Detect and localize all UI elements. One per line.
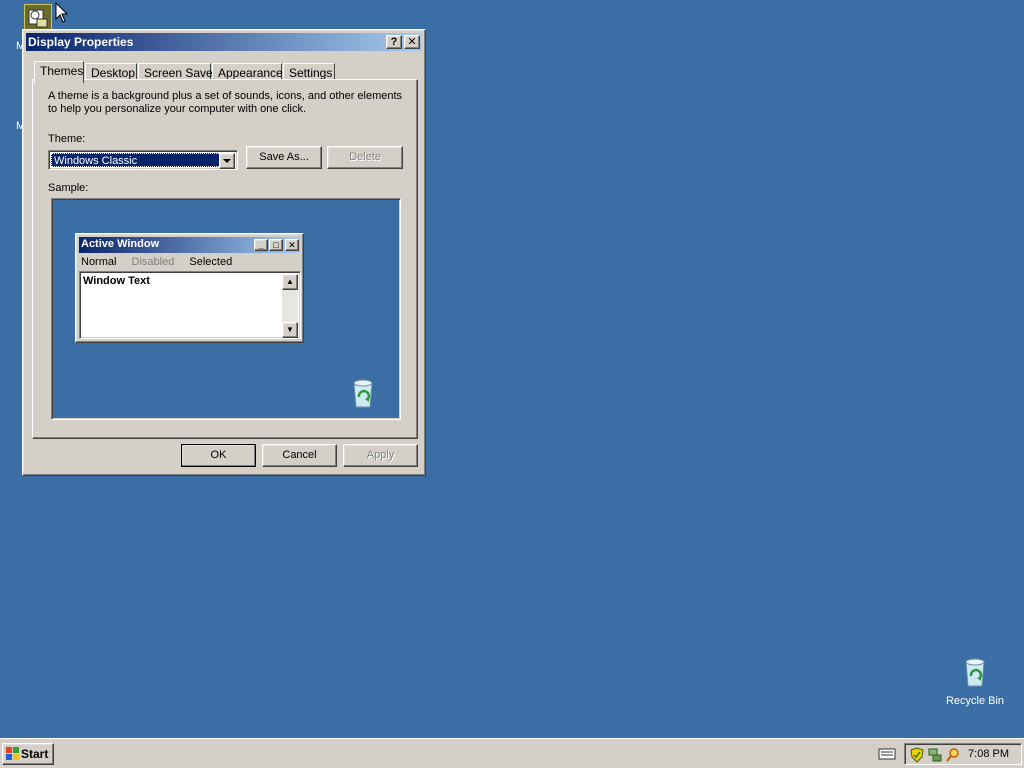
delete-button[interactable]: Delete — [327, 146, 403, 169]
system-tray: 7:08 PM — [904, 743, 1022, 765]
display-properties-dialog: Display Properties ? ✕ Themes Desktop Sc… — [22, 29, 426, 476]
sample-window-text: Window Text — [83, 275, 150, 287]
apply-button[interactable]: Apply — [343, 444, 418, 467]
recycle-bin-label: Recycle Bin — [945, 695, 1005, 707]
start-label: Start — [21, 747, 49, 761]
start-button[interactable]: Start — [2, 743, 54, 765]
theme-dropdown[interactable]: Windows Classic — [48, 150, 238, 170]
sample-preview: Active Window _ □ ✕ Normal Disabled Sele… — [51, 198, 401, 420]
scroll-down-icon: ▼ — [282, 322, 298, 338]
shield-icon[interactable] — [909, 747, 925, 763]
window-title: Display Properties — [28, 35, 134, 49]
taskbar: Start 7:08 PM — [0, 738, 1024, 768]
theme-label: Theme: — [48, 133, 86, 145]
close-button[interactable]: ✕ — [404, 35, 420, 49]
cancel-button[interactable]: Cancel — [262, 444, 337, 467]
network-icon[interactable] — [927, 747, 943, 763]
sample-menu-normal: Normal — [81, 256, 117, 268]
clock[interactable]: 7:08 PM — [968, 748, 1009, 760]
mouse-cursor-icon — [55, 2, 69, 23]
chevron-down-icon[interactable] — [219, 153, 235, 169]
sample-active-window: Active Window _ □ ✕ Normal Disabled Sele… — [75, 233, 304, 343]
sample-window-text-area: Window Text ▲ ▼ — [79, 271, 301, 339]
themes-panel: A theme is a background plus a set of so… — [32, 79, 418, 439]
ok-button[interactable]: OK — [181, 444, 256, 467]
recycle-bin-icon — [348, 377, 378, 412]
save-as-button[interactable]: Save As... — [246, 146, 322, 169]
sample-scrollbar: ▲ ▼ — [282, 274, 298, 338]
sample-window-title: Active Window _ □ ✕ — [79, 237, 300, 253]
windows-logo-icon — [6, 747, 19, 760]
recycle-bin-icon — [965, 658, 985, 687]
minimize-icon: _ — [254, 239, 268, 251]
title-bar[interactable]: Display Properties ? ✕ — [26, 33, 422, 51]
sample-menu-disabled: Disabled — [131, 256, 175, 268]
close-icon: ✕ — [285, 239, 299, 251]
close-icon: ✕ — [407, 36, 417, 48]
search-icon[interactable] — [945, 747, 961, 763]
display-icon[interactable] — [24, 4, 52, 32]
recycle-bin-desktop-icon[interactable]: Recycle Bin — [940, 656, 1010, 707]
help-button[interactable]: ? — [386, 35, 402, 49]
sample-menu-selected: Selected — [189, 256, 233, 268]
tab-themes[interactable]: Themes — [34, 61, 84, 83]
sample-menu: Normal Disabled Selected — [81, 256, 244, 268]
maximize-icon: □ — [269, 239, 283, 251]
theme-selected-value: Windows Classic — [51, 153, 221, 167]
theme-description: A theme is a background plus a set of so… — [48, 90, 403, 115]
keyboard-icon[interactable] — [878, 746, 896, 760]
sample-label: Sample: — [48, 182, 89, 194]
scroll-up-icon: ▲ — [282, 274, 298, 290]
